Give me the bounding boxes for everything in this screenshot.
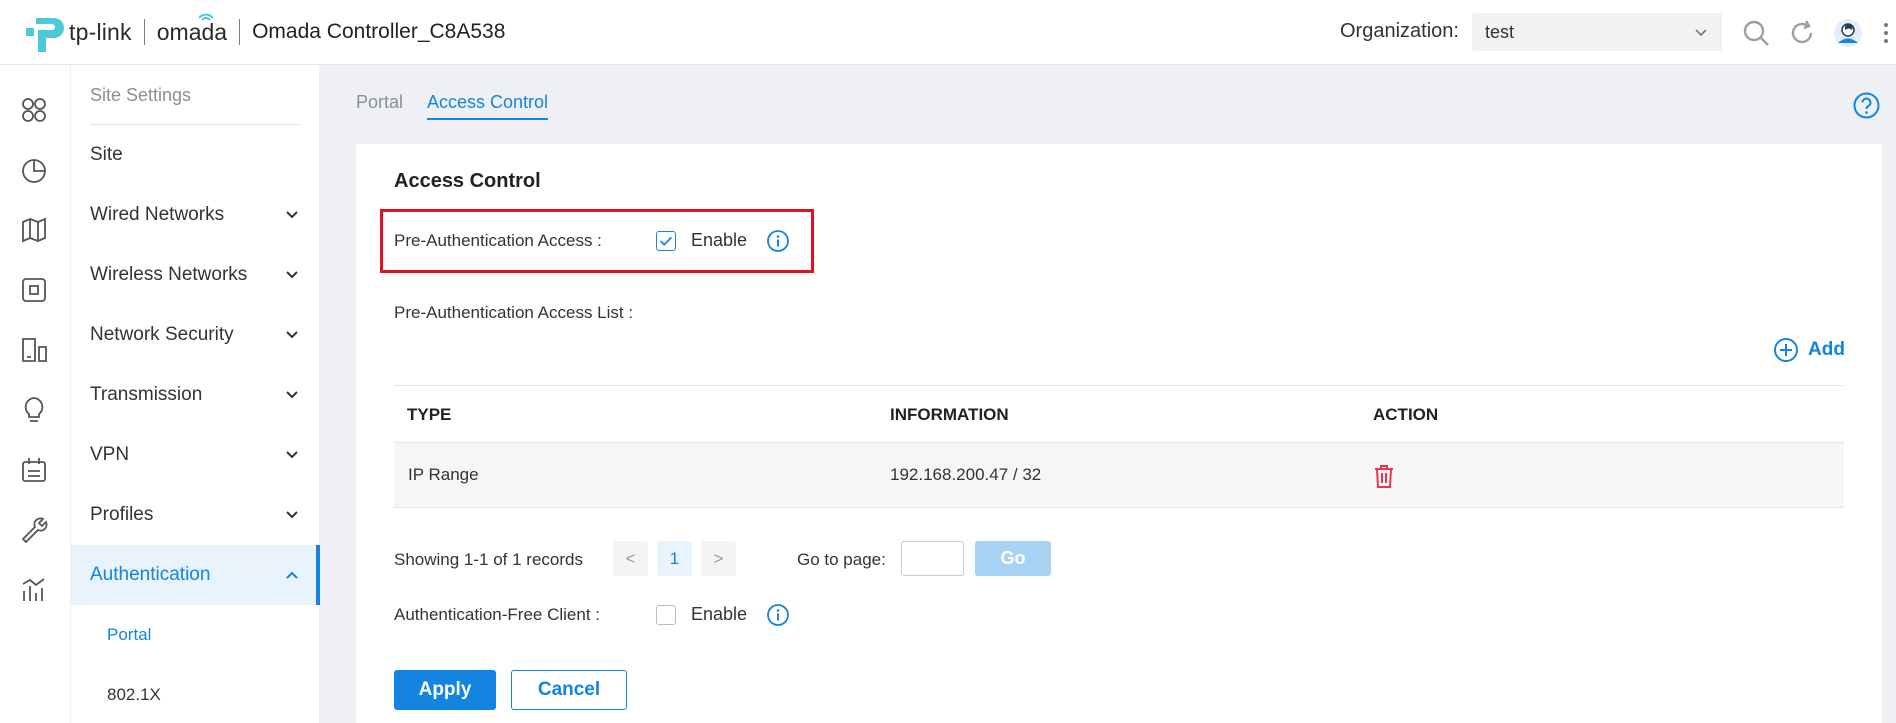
insight-icon[interactable] [19, 395, 49, 425]
sidebar-item-transmission[interactable]: Transmission [71, 365, 320, 425]
apply-button[interactable]: Apply [394, 670, 496, 710]
top-bar: tp-link omada Omada Controller_C8A538 Or… [0, 0, 1896, 65]
page-button-current[interactable]: 1 [657, 541, 692, 576]
organization-select[interactable]: test [1472, 13, 1722, 51]
sidebar-subitem-8021x[interactable]: 802.1X [71, 665, 320, 723]
access-list-table: TYPE INFORMATION ACTION IP Range 192.168… [394, 385, 1844, 508]
logs-icon[interactable] [19, 455, 49, 485]
reports-icon[interactable] [19, 575, 49, 605]
auth-free-enable-checkbox[interactable] [656, 605, 676, 625]
goto-page-label: Go to page: [797, 550, 886, 569]
sidebar-item-wired-networks[interactable]: Wired Networks [71, 185, 320, 245]
sidebar-item-profiles[interactable]: Profiles [71, 485, 320, 545]
dashboard-icon[interactable] [19, 95, 49, 125]
clients-icon[interactable] [19, 335, 49, 365]
sidebar-item-label: Network Security [90, 324, 234, 345]
sidebar-item-label: Profiles [90, 504, 154, 525]
map-icon[interactable] [19, 215, 49, 245]
pre-auth-enable-checkbox[interactable] [656, 231, 676, 251]
wifi-mark-icon [197, 13, 214, 21]
sidebar-subitem-label: Portal [107, 625, 152, 644]
delete-icon[interactable] [1372, 463, 1396, 489]
brand-name: tp-link [69, 18, 132, 45]
organization-label: Organization: [1340, 20, 1459, 42]
column-header-type: TYPE [407, 405, 452, 424]
goto-page-input[interactable] [901, 541, 964, 576]
chevron-down-icon [286, 211, 298, 219]
devices-icon[interactable] [19, 275, 49, 305]
chevron-down-icon [1695, 29, 1707, 37]
tools-icon[interactable] [19, 515, 49, 545]
product-name: omada [156, 13, 228, 46]
add-circle-icon [1774, 338, 1798, 362]
table-row: IP Range 192.168.200.47 / 32 [394, 442, 1844, 508]
tab-access-control[interactable]: Access Control [427, 92, 549, 120]
sidebar-item-wireless-networks[interactable]: Wireless Networks [71, 245, 320, 305]
sidebar-item-site[interactable]: Site [71, 125, 320, 185]
product-name-text: omada [156, 18, 228, 45]
sidebar-item-label: Site [90, 144, 123, 165]
tab-portal[interactable]: Portal [356, 92, 403, 113]
auth-free-enable-label: Enable [691, 604, 748, 624]
prev-page-button[interactable]: < [613, 541, 648, 576]
logo: tp-link omada Omada Controller_C8A538 [22, 10, 505, 54]
go-button[interactable]: Go [975, 541, 1051, 576]
auth-free-client-label: Authentication-Free Client : [394, 605, 600, 624]
info-icon[interactable] [766, 229, 790, 253]
pre-auth-enable-label: Enable [691, 230, 748, 250]
next-page-button[interactable]: > [701, 541, 736, 576]
sidebar-subitem-portal[interactable]: Portal [71, 605, 320, 665]
cell-type: IP Range [408, 465, 479, 484]
sidebar-subitem-label: 802.1X [107, 685, 161, 704]
panel-title: Access Control [394, 170, 541, 192]
add-button-label: Add [1808, 339, 1845, 360]
column-header-information: INFORMATION [890, 405, 1009, 424]
chevron-down-icon [286, 511, 298, 519]
sidebar-item-label: VPN [90, 444, 130, 465]
chevron-down-icon [286, 391, 298, 399]
checkmark-icon [659, 236, 673, 246]
sidebar-item-label: Wired Networks [90, 204, 225, 225]
sidebar-item-label: Wireless Networks [90, 264, 248, 285]
sidebar-item-label: Authentication [90, 564, 211, 585]
cancel-button[interactable]: Cancel [511, 670, 627, 710]
refresh-icon[interactable] [1787, 18, 1817, 48]
info-icon[interactable] [766, 603, 790, 627]
more-menu-icon[interactable] [1879, 18, 1893, 48]
add-button[interactable]: Add [1773, 337, 1845, 363]
sidebar-item-authentication[interactable]: Authentication [71, 545, 320, 605]
organization-value: test [1485, 21, 1515, 42]
statistics-icon[interactable] [19, 155, 49, 185]
site-settings-sidebar: Site Settings Site Wired Networks Wirele… [70, 65, 320, 723]
pre-auth-list-label: Pre-Authentication Access List : [394, 303, 634, 322]
sidebar-item-label: Transmission [90, 384, 203, 405]
tp-link-logo-icon [26, 18, 64, 52]
sidebar-item-network-security[interactable]: Network Security [71, 305, 320, 365]
pager-summary: Showing 1-1 of 1 records [394, 550, 583, 569]
title-divider [239, 19, 241, 45]
access-control-panel: Access Control Pre-Authentication Access… [356, 144, 1882, 723]
avatar-icon[interactable] [1833, 18, 1863, 48]
sidebar-item-vpn[interactable]: VPN [71, 425, 320, 485]
controller-name: Omada Controller_C8A538 [252, 20, 506, 43]
chevron-down-icon [286, 271, 298, 279]
sidebar-title: Site Settings [90, 85, 192, 105]
table-header: TYPE INFORMATION ACTION [394, 385, 1844, 442]
chevron-down-icon [286, 451, 298, 459]
pre-auth-access-label: Pre-Authentication Access : [394, 231, 602, 250]
search-icon[interactable] [1741, 18, 1771, 48]
chevron-down-icon [286, 331, 298, 339]
column-header-action: ACTION [1373, 405, 1439, 424]
chevron-up-icon [286, 571, 298, 579]
logo-divider [143, 19, 145, 45]
cell-information: 192.168.200.47 / 32 [890, 465, 1042, 484]
icon-rail [0, 65, 70, 723]
help-icon[interactable] [1853, 92, 1880, 119]
